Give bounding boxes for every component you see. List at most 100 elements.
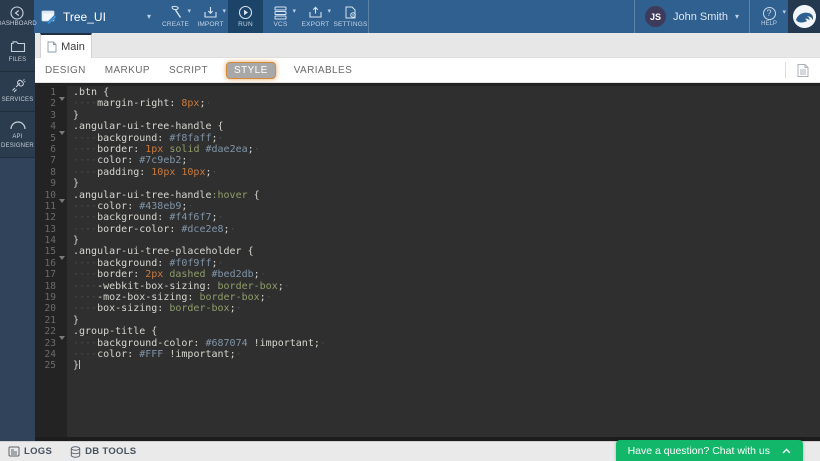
code-line[interactable]: 7····color: #7c9eb2;· xyxy=(35,155,820,166)
tab-main[interactable]: Main xyxy=(40,33,92,58)
chat-widget-button[interactable]: Have a question? Chat with us xyxy=(616,440,803,461)
code-line[interactable]: 8····padding: 10px 10px;· xyxy=(35,167,820,178)
code-line[interactable]: 5····background: #f8faff;· xyxy=(35,133,820,144)
project-app-icon xyxy=(41,10,57,24)
brand-logo xyxy=(788,0,820,33)
code-text: } xyxy=(67,178,79,189)
project-name: Tree_UI xyxy=(63,10,141,24)
code-line[interactable]: 24····color: #FFF !important;· xyxy=(35,349,820,360)
code-line[interactable]: 12····background: #f4f6f7;· xyxy=(35,212,820,223)
code-line[interactable]: 21} xyxy=(35,315,820,326)
play-circle-icon xyxy=(238,5,253,20)
code-text: .angular-ui-tree-handle { xyxy=(67,121,224,132)
line-number: 22 xyxy=(35,326,67,337)
code-line[interactable]: 15.angular-ui-tree-placeholder { xyxy=(35,246,820,257)
create-button[interactable]: ▾ CREATE xyxy=(158,0,193,33)
code-line[interactable]: 4.angular-ui-tree-handle { xyxy=(35,121,820,132)
sidebar-item-api-designer[interactable]: API DESIGNER xyxy=(0,112,35,158)
sidebar-item-files[interactable]: FILES xyxy=(0,33,35,72)
code-text: ····margin-right: 8px;· xyxy=(67,98,212,109)
line-number: 14 xyxy=(35,235,67,246)
code-line[interactable]: 22.group-title { xyxy=(35,326,820,337)
code-line[interactable]: 14} xyxy=(35,235,820,246)
logs-button[interactable]: LOGS xyxy=(8,446,52,457)
line-number: 6 xyxy=(35,144,67,155)
chevron-down-icon: ▾ xyxy=(292,7,296,15)
toolbar: ▾ CREATE ▾ IMPORT RUN ▾ xyxy=(158,0,368,33)
sidebar-item-services[interactable]: SERVICES xyxy=(0,72,35,112)
line-number: 21 xyxy=(35,315,67,326)
user-menu[interactable]: JS John Smith ▾ xyxy=(635,0,749,33)
code-text: .group-title { xyxy=(67,326,157,337)
line-number: 1 xyxy=(35,87,67,98)
subtab-right-tools xyxy=(785,58,820,82)
code-line[interactable]: 17····border: 2px dashed #bed2db;· xyxy=(35,269,820,280)
code-line[interactable]: 10.angular-ui-tree-handle:hover { xyxy=(35,190,820,201)
code-text: ····border: 1px solid #dae2ea;· xyxy=(67,144,260,155)
code-text: .angular-ui-tree-handle:hover { xyxy=(67,190,260,201)
code-text: ····-moz-box-sizing: border-box;· xyxy=(67,292,272,303)
code-text: ····background: #f4f6f7;· xyxy=(67,212,224,223)
top-bar: DASHBOARD Tree_UI ▾ ▾ CREATE ▾ I xyxy=(0,0,820,33)
code-line[interactable]: 3} xyxy=(35,110,820,121)
hammer-icon xyxy=(168,5,183,20)
code-editor[interactable]: 1.btn {2····margin-right: 8px;·3}4.angul… xyxy=(35,83,820,441)
wave-logo-icon xyxy=(793,5,816,28)
dashboard-label: DASHBOARD xyxy=(0,21,37,27)
chevron-down-icon: ▾ xyxy=(222,7,226,15)
tab-design[interactable]: DESIGN xyxy=(45,65,86,76)
code-line[interactable]: 9} xyxy=(35,178,820,189)
code-line[interactable]: 1.btn { xyxy=(35,87,820,98)
tab-script[interactable]: SCRIPT xyxy=(169,65,208,76)
tab-variables[interactable]: VARIABLES xyxy=(294,65,352,76)
chevron-up-icon xyxy=(782,448,791,454)
code-line[interactable]: 20····box-sizing: border-box;· xyxy=(35,303,820,314)
code-text: } xyxy=(67,235,79,246)
tab-markup[interactable]: MARKUP xyxy=(105,65,150,76)
code-line[interactable]: 11····color: #438eb9;· xyxy=(35,201,820,212)
line-number: 8 xyxy=(35,167,67,178)
code-text: ····color: #438eb9;· xyxy=(67,201,193,212)
code-text: } xyxy=(67,360,80,371)
avatar: JS xyxy=(645,6,666,27)
file-content-icon[interactable] xyxy=(796,63,810,78)
code-text: ····background-color: #687074 !important… xyxy=(67,338,326,349)
plug-icon xyxy=(10,79,26,93)
db-tools-button[interactable]: DB TOOLS xyxy=(70,446,136,458)
text-cursor xyxy=(79,360,80,369)
line-number: 17 xyxy=(35,269,67,280)
sidebar-empty-area xyxy=(0,158,35,441)
chevron-down-icon: ▾ xyxy=(187,7,191,15)
help-menu[interactable]: ? ▾ HELP xyxy=(750,0,788,33)
export-button[interactable]: ▾ EXPORT xyxy=(298,0,333,33)
workspace: Main DESIGN MARKUP SCRIPT STYLE VARIABLE… xyxy=(35,33,820,441)
code-line[interactable]: 6····border: 1px solid #dae2ea;· xyxy=(35,144,820,155)
code-line[interactable]: 23····background-color: #687074 !importa… xyxy=(35,338,820,349)
project-selector[interactable]: Tree_UI ▾ xyxy=(34,0,158,33)
import-icon xyxy=(203,5,218,20)
code-line[interactable]: 13····border-color: #dce2e8;· xyxy=(35,224,820,235)
run-button[interactable]: RUN xyxy=(228,0,263,33)
file-gear-icon xyxy=(343,5,358,20)
code-line[interactable]: 19····-moz-box-sizing: border-box;· xyxy=(35,292,820,303)
arc-icon xyxy=(9,119,27,130)
dashboard-button[interactable]: DASHBOARD xyxy=(0,0,34,33)
settings-button[interactable]: SETTINGS xyxy=(333,0,368,33)
tab-bar: Main xyxy=(35,33,820,58)
code-line[interactable]: 25} xyxy=(35,360,820,371)
code-line[interactable]: 2····margin-right: 8px;· xyxy=(35,98,820,109)
code-line[interactable]: 16····background: #f0f9ff;· xyxy=(35,258,820,269)
import-button[interactable]: ▾ IMPORT xyxy=(193,0,228,33)
code-line[interactable]: 18····-webkit-box-sizing: border-box;· xyxy=(35,281,820,292)
line-number: 12 xyxy=(35,212,67,223)
export-icon xyxy=(308,5,323,20)
line-number: 25 xyxy=(35,360,67,371)
code-text: .btn { xyxy=(67,87,109,98)
line-number: 19 xyxy=(35,292,67,303)
line-number: 15 xyxy=(35,246,67,257)
back-circle-icon xyxy=(10,6,24,20)
line-number: 4 xyxy=(35,121,67,132)
chevron-down-icon: ▾ xyxy=(327,7,331,15)
vcs-button[interactable]: ▾ VCS xyxy=(263,0,298,33)
tab-style[interactable]: STYLE xyxy=(227,63,275,78)
